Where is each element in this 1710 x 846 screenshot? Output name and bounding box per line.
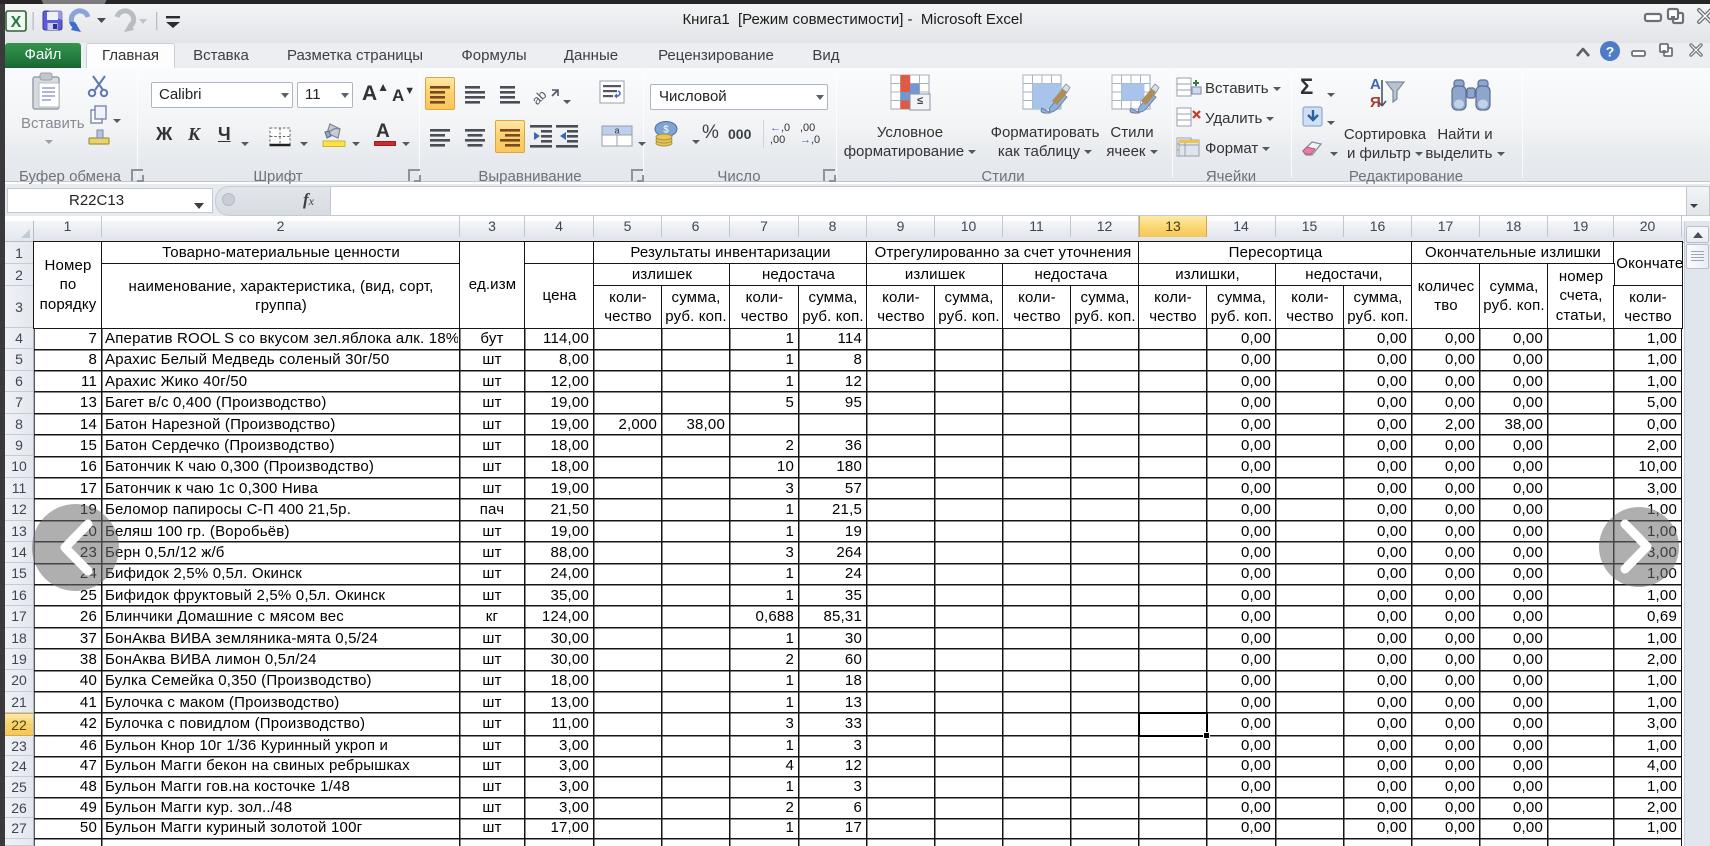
svg-text:?: ? <box>1606 44 1615 60</box>
svg-text:X: X <box>11 14 22 31</box>
svg-text:a: a <box>614 126 619 136</box>
svg-text:ab: ab <box>529 87 550 108</box>
svg-text:≤: ≤ <box>917 95 923 107</box>
svg-text:А: А <box>1370 76 1381 93</box>
